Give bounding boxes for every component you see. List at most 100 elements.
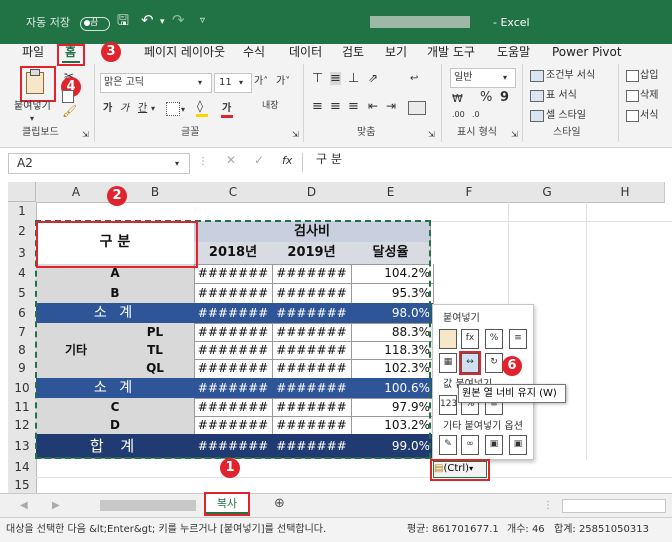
chevron-down-icon[interactable]: ▾: [181, 103, 185, 116]
tab-formulas[interactable]: 수식: [243, 44, 265, 60]
column-header-c[interactable]: C: [194, 182, 273, 203]
row-header-10[interactable]: 10: [8, 378, 37, 399]
column-header-d[interactable]: D: [272, 182, 352, 203]
tab-view[interactable]: 보기: [385, 44, 407, 60]
row-header-2[interactable]: 2: [8, 221, 37, 243]
values-icon[interactable]: 123: [439, 395, 457, 415]
increase-decimal-icon[interactable]: .00: [452, 108, 465, 121]
copy-icon[interactable]: [62, 90, 74, 103]
font-launcher-icon[interactable]: ⇲: [292, 128, 299, 141]
comma-button[interactable]: 9: [500, 91, 509, 104]
row-header-7[interactable]: 7: [8, 323, 37, 342]
sheet-tab-redacted[interactable]: [100, 500, 196, 511]
customize-qat-icon[interactable]: ▿: [200, 13, 205, 29]
chevron-down-icon[interactable]: ▾: [151, 102, 155, 115]
font-size-select[interactable]: 11 ▾: [214, 73, 252, 93]
paste-formatting-icon[interactable]: ✎: [439, 435, 457, 455]
undo-dropdown-icon[interactable]: ▾: [160, 14, 165, 30]
paste-dropdown-icon[interactable]: ▾: [30, 112, 34, 125]
align-top-icon[interactable]: ⊤: [312, 72, 323, 85]
paste-formulas-icon[interactable]: fx: [461, 329, 479, 349]
row-header-13[interactable]: 13: [8, 434, 37, 459]
format-painter-icon[interactable]: 🖌: [62, 105, 77, 118]
bold-button[interactable]: 가: [103, 102, 112, 115]
cancel-icon[interactable]: ✕: [226, 154, 236, 167]
select-all-corner[interactable]: [8, 182, 36, 202]
orientation-icon[interactable]: ⇗: [368, 72, 378, 85]
decrease-decimal-icon[interactable]: .0: [472, 108, 480, 121]
font-name-select[interactable]: 맑은 고딕 ▾: [100, 73, 212, 93]
format-button[interactable]: 서식: [640, 109, 658, 122]
borders-icon[interactable]: [166, 102, 180, 116]
row-header-5[interactable]: 5: [8, 283, 37, 304]
add-sheet-icon[interactable]: ⊕: [274, 497, 285, 510]
row-header-6[interactable]: 6: [8, 303, 37, 324]
row-header-14[interactable]: 14: [8, 458, 37, 478]
undo-icon[interactable]: ↶: [141, 12, 154, 28]
alignment-launcher-icon[interactable]: ⇲: [428, 128, 435, 141]
insert-button[interactable]: 삽입: [640, 69, 658, 82]
table-format-button[interactable]: 표 서식: [546, 89, 577, 102]
column-header-h[interactable]: H: [586, 182, 665, 203]
column-header-a[interactable]: A: [36, 182, 117, 203]
tab-power-pivot[interactable]: Power Pivot: [552, 44, 622, 60]
column-header-g[interactable]: G: [508, 182, 587, 203]
wrap-text-icon[interactable]: ↩: [410, 72, 418, 85]
save-icon[interactable]: 🖫: [117, 13, 129, 29]
underline-button[interactable]: 간: [138, 102, 147, 115]
align-middle-icon[interactable]: ≡: [330, 72, 341, 85]
redo-icon[interactable]: ↷: [172, 12, 185, 28]
transpose-icon[interactable]: ↻: [485, 353, 503, 373]
accounting-format-icon[interactable]: ₩: [452, 92, 463, 105]
row-header-15[interactable]: 15: [8, 477, 37, 494]
row-header-8[interactable]: 8: [8, 341, 37, 360]
tab-developer[interactable]: 개발 도구: [427, 44, 475, 60]
align-right-icon[interactable]: ≡: [348, 100, 359, 113]
paste-formulas-number-format-icon[interactable]: %: [485, 329, 503, 349]
tab-page-layout[interactable]: 페이지 레이아웃: [144, 44, 225, 60]
tab-data[interactable]: 데이터: [289, 44, 322, 60]
row-header-3[interactable]: 3: [8, 242, 37, 265]
cell-style-button[interactable]: 셀 스타일: [546, 109, 586, 122]
name-box[interactable]: A2 ▾: [8, 153, 190, 174]
keep-source-formatting-icon[interactable]: ≡: [509, 329, 527, 349]
row-header-12[interactable]: 12: [8, 416, 37, 435]
paste-picture-icon[interactable]: ▣: [485, 435, 503, 455]
row-header-11[interactable]: 11: [8, 398, 37, 417]
increase-font-icon[interactable]: 가˄: [254, 75, 268, 88]
row-header-1[interactable]: 1: [8, 202, 37, 222]
formula-input[interactable]: 구 분: [316, 153, 342, 166]
delete-button[interactable]: 삭제: [640, 89, 658, 102]
no-borders-icon[interactable]: ▦: [439, 353, 457, 373]
linked-picture-icon[interactable]: ▣: [509, 435, 527, 455]
percent-button[interactable]: %: [480, 91, 492, 104]
horizontal-scrollbar[interactable]: [562, 499, 666, 513]
tab-file[interactable]: 파일: [22, 44, 44, 60]
column-header-e[interactable]: E: [351, 182, 431, 203]
paste-icon[interactable]: [439, 329, 457, 349]
number-format-select[interactable]: 일반 ▾: [450, 68, 516, 88]
tab-help[interactable]: 도움말: [497, 44, 530, 60]
row-header-9[interactable]: 9: [8, 359, 37, 379]
clipboard-launcher-icon[interactable]: ⇲: [82, 128, 89, 141]
prev-sheet-icon[interactable]: ◀: [20, 499, 28, 512]
cut-icon[interactable]: ✂: [64, 70, 74, 83]
row-header-4[interactable]: 4: [8, 264, 37, 284]
insert-function-button[interactable]: fx: [282, 154, 292, 167]
align-left-icon[interactable]: ≡: [312, 100, 323, 113]
align-bottom-icon[interactable]: ⊥: [348, 72, 359, 85]
merge-center-icon[interactable]: [408, 101, 426, 115]
align-center-icon[interactable]: ≡: [330, 100, 341, 113]
conditional-format-button[interactable]: 조건부 서식: [546, 69, 595, 82]
column-header-b[interactable]: B: [116, 182, 195, 203]
next-sheet-icon[interactable]: ▶: [52, 499, 60, 512]
paste-link-icon[interactable]: ∞: [461, 435, 479, 455]
italic-button[interactable]: 가: [120, 102, 129, 115]
fill-color-icon[interactable]: ◊: [197, 100, 203, 113]
phonetic-icon[interactable]: 내장: [262, 100, 279, 113]
increase-indent-icon[interactable]: ⇥: [386, 100, 396, 113]
decrease-font-icon[interactable]: 가˅: [276, 75, 290, 88]
enter-icon[interactable]: ✓: [254, 154, 264, 167]
font-color-button[interactable]: 가: [222, 102, 231, 115]
tab-review[interactable]: 검토: [342, 44, 364, 60]
